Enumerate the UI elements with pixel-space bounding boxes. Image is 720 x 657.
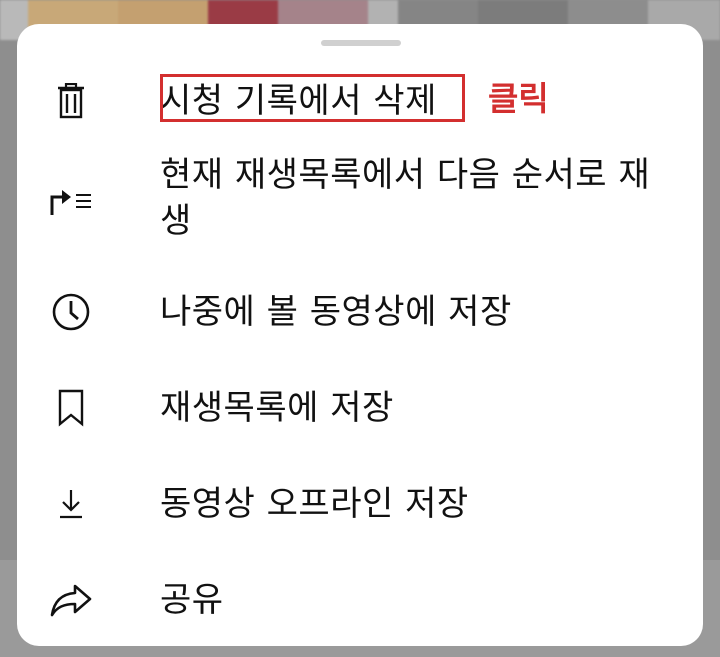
menu-item-label: 재생목록에 저장 bbox=[160, 388, 394, 428]
menu-item-label: 나중에 볼 동영상에 저장 bbox=[160, 292, 512, 332]
bottom-sheet-menu: 시청 기록에서 삭제 클릭 현재 재생목록에서 다음 순서로 재생 나중에 볼 … bbox=[17, 24, 703, 646]
download-icon bbox=[49, 482, 93, 526]
play-next-icon bbox=[49, 179, 93, 223]
menu-item-label: 공유 bbox=[160, 580, 224, 620]
share-icon bbox=[49, 578, 93, 622]
trash-icon bbox=[49, 79, 93, 123]
menu-item-share[interactable]: 공유 bbox=[17, 574, 703, 626]
highlight-annotation-box bbox=[160, 74, 465, 122]
bookmark-icon bbox=[49, 386, 93, 430]
menu-item-remove-from-history[interactable]: 시청 기록에서 삭제 클릭 bbox=[17, 72, 703, 130]
click-annotation-label: 클릭 bbox=[488, 79, 549, 118]
clock-icon bbox=[49, 290, 93, 334]
menu-item-download-offline[interactable]: 동영상 오프라인 저장 bbox=[17, 478, 703, 530]
drag-handle[interactable] bbox=[321, 40, 401, 46]
menu-item-label: 현재 재생목록에서 다음 순서로 재생 bbox=[160, 155, 651, 241]
menu-item-save-to-playlist[interactable]: 재생목록에 저장 bbox=[17, 382, 703, 434]
menu-item-play-next[interactable]: 현재 재생목록에서 다음 순서로 재생 bbox=[17, 150, 703, 258]
menu-item-watch-later[interactable]: 나중에 볼 동영상에 저장 bbox=[17, 286, 703, 338]
menu-item-label: 동영상 오프라인 저장 bbox=[160, 484, 469, 524]
